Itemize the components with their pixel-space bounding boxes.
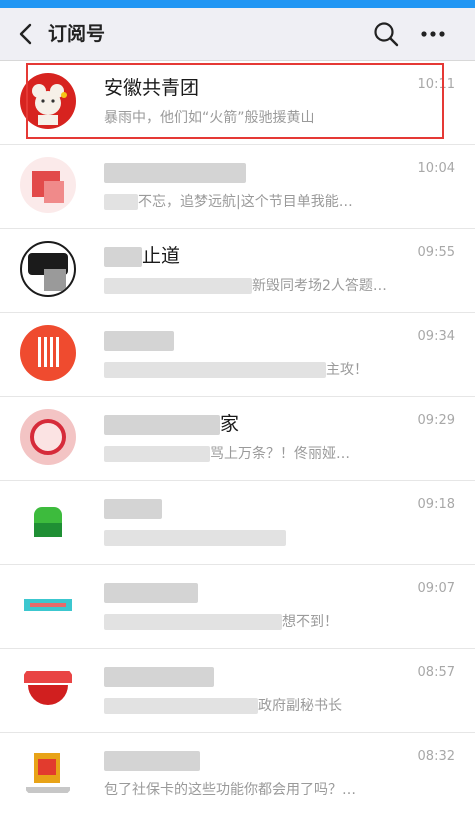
- list-item[interactable]: 不忘，追梦远航|这个节目单我能… 10:04: [0, 145, 475, 229]
- avatar: [20, 325, 76, 381]
- pixelated-text: [104, 582, 198, 603]
- pixelated-text: [104, 330, 174, 351]
- pixelated-text: [104, 446, 210, 462]
- list-item[interactable]: 家 骂上万条？！佟丽娅… 09:29: [0, 397, 475, 481]
- item-name: [104, 661, 214, 691]
- item-name: 安徽共青团: [104, 77, 200, 99]
- item-time: 10:04: [417, 161, 455, 176]
- pixelated-text: [104, 750, 200, 771]
- page-title: 订阅号: [48, 23, 106, 45]
- item-preview: 骂上万条？！佟丽娅…: [104, 443, 350, 465]
- item-time: 09:07: [417, 581, 455, 596]
- item-preview: 新毁同考场2人答题…: [104, 275, 387, 297]
- avatar: [20, 661, 76, 717]
- pixelated-text: [104, 614, 282, 630]
- item-name: [104, 493, 162, 523]
- avatar: [20, 241, 76, 297]
- avatar: [20, 73, 76, 129]
- list-item[interactable]: 09:18: [0, 481, 475, 565]
- item-time: 09:55: [417, 245, 455, 260]
- pixelated-text: [104, 278, 252, 294]
- avatar: [20, 157, 76, 213]
- list-item[interactable]: 政府副秘书长 08:57: [0, 649, 475, 733]
- subscription-list: 安徽共青团 暴雨中，他们如“火箭”般驰援黄山 10:11 不忘，追梦远航|这个节…: [0, 61, 475, 816]
- item-name: [104, 577, 198, 607]
- item-name: [104, 157, 246, 187]
- pixelated-text: [104, 362, 326, 378]
- pixelated-text: [104, 698, 258, 714]
- item-preview: 暴雨中，他们如“火箭”般驰援黄山: [104, 110, 315, 126]
- item-time: 08:57: [417, 665, 455, 680]
- avatar: [20, 493, 76, 549]
- list-item[interactable]: 主攻！ 09:34: [0, 313, 475, 397]
- search-icon[interactable]: [372, 20, 400, 48]
- list-item[interactable]: 安徽共青团 暴雨中，他们如“火箭”般驰援黄山 10:11: [0, 61, 475, 145]
- item-name: [104, 745, 200, 775]
- item-time: 08:32: [417, 749, 455, 764]
- item-preview: 不忘，追梦远航|这个节目单我能…: [104, 191, 353, 213]
- item-preview: 包了社保卡的这些功能你都会用了吗？…: [104, 782, 356, 798]
- mouse-mascot-icon: [32, 84, 67, 125]
- pixelated-text: [104, 530, 286, 546]
- list-item[interactable]: 包了社保卡的这些功能你都会用了吗？… 08:32: [0, 733, 475, 816]
- pixelated-text: [104, 194, 138, 210]
- item-preview: 政府副秘书长: [104, 695, 342, 717]
- item-time: 09:29: [417, 413, 455, 428]
- avatar: [20, 745, 76, 801]
- item-preview: 想不到！: [104, 611, 338, 633]
- pixelated-text: [104, 414, 220, 435]
- pixelated-text: [104, 498, 162, 519]
- item-preview: 主攻！: [104, 359, 368, 381]
- item-time: 09:34: [417, 329, 455, 344]
- pixelated-text: [104, 162, 246, 183]
- list-item[interactable]: 止道 新毁同考场2人答题… 09:55: [0, 229, 475, 313]
- pixelated-text: [104, 666, 214, 687]
- status-bar: [0, 0, 475, 8]
- back-arrow-icon[interactable]: [14, 20, 38, 48]
- item-name: 止道: [104, 241, 180, 271]
- avatar: [20, 409, 76, 465]
- list-item[interactable]: 想不到！ 09:07: [0, 565, 475, 649]
- item-time: 09:18: [417, 497, 455, 512]
- more-options-icon[interactable]: [418, 20, 448, 48]
- avatar: [20, 577, 76, 633]
- top-bar: 订阅号: [0, 8, 475, 61]
- item-name: [104, 325, 174, 355]
- item-name: 家: [104, 409, 239, 439]
- pixelated-text: [104, 246, 142, 267]
- item-preview: [104, 527, 286, 549]
- item-time: 10:11: [417, 77, 455, 92]
